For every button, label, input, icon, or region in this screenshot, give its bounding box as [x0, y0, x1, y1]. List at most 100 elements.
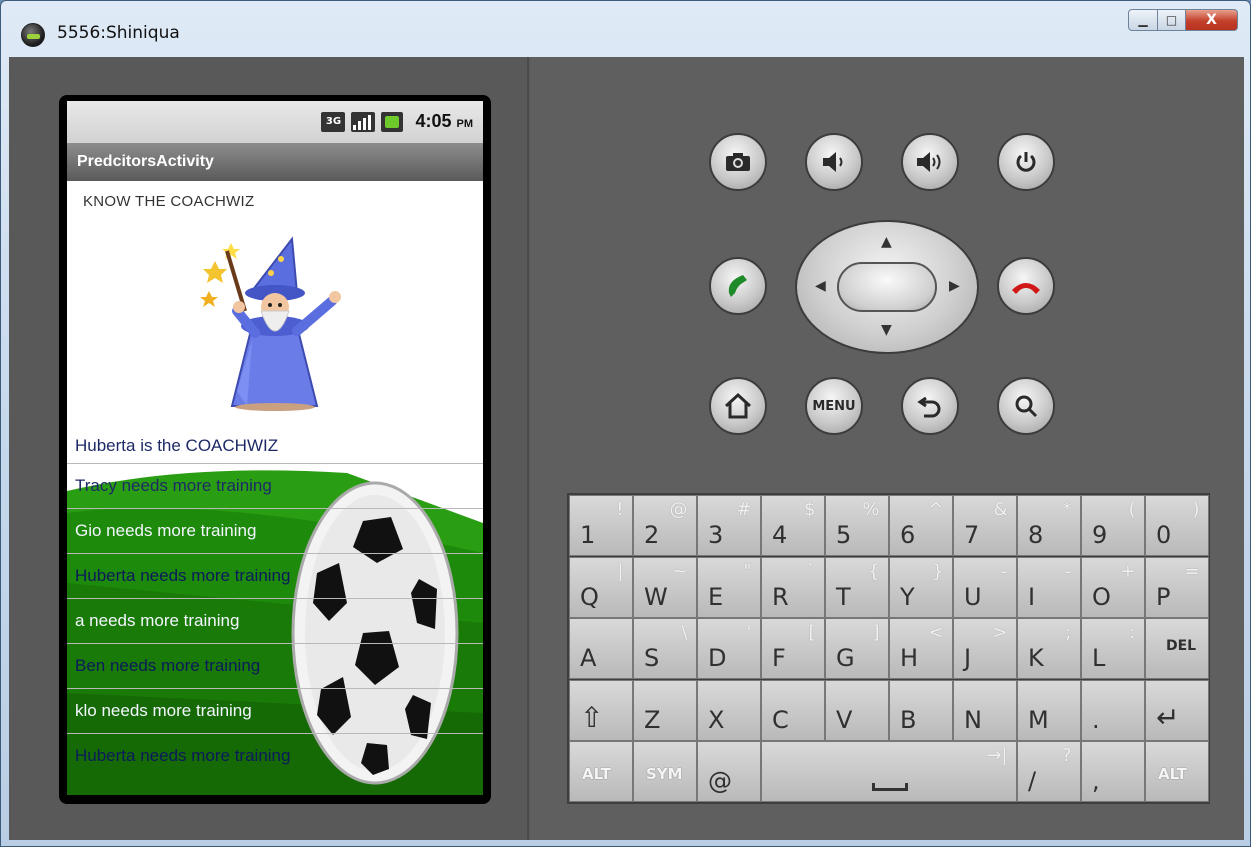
key-7[interactable]: 7 & — [953, 495, 1017, 556]
key-q[interactable]: Q | — [569, 556, 633, 618]
volume-up-button[interactable] — [901, 133, 959, 191]
key-y[interactable]: Y} — [889, 556, 953, 618]
key-alt-label: } — [932, 560, 944, 582]
key-2[interactable]: 2 @ — [633, 495, 697, 556]
key-b[interactable]: B — [889, 679, 953, 741]
key-shift[interactable]: ⇧ — [569, 679, 633, 741]
key-label: B — [900, 705, 917, 734]
key-a[interactable]: A — [569, 618, 633, 679]
dpad[interactable]: ▲ ▼ ◀ ▶ — [795, 220, 979, 354]
key-d[interactable]: D ' — [697, 618, 761, 679]
key-alt-label: * — [1062, 499, 1072, 520]
key-u[interactable]: U- — [953, 556, 1017, 618]
maximize-button[interactable]: □ — [1158, 9, 1186, 31]
list-item[interactable]: Huberta needs more training — [67, 553, 483, 598]
list-item[interactable]: Tracy needs more training — [67, 463, 483, 508]
list-item[interactable]: klo needs more training — [67, 688, 483, 733]
dpad-center-button[interactable] — [837, 262, 937, 312]
key-0[interactable]: 0) — [1145, 495, 1209, 556]
trainee-list[interactable]: Tracy needs more training Gio needs more… — [67, 463, 483, 795]
key-alt-label: [ — [808, 622, 816, 643]
dpad-up-icon[interactable]: ▲ — [881, 234, 892, 250]
key-enter[interactable]: ↵ — [1145, 679, 1209, 741]
key-label: ALT — [1158, 765, 1187, 783]
key-z[interactable]: Z — [633, 679, 697, 741]
key-c[interactable]: C — [761, 679, 825, 741]
key-m[interactable]: M — [1017, 679, 1081, 741]
time-ampm: PM — [456, 118, 474, 130]
key-i[interactable]: I- — [1017, 556, 1081, 618]
key-alt-right[interactable]: ALT — [1145, 741, 1209, 802]
key-label: H — [900, 644, 919, 672]
phone-screen[interactable]: 3G 4:05 PM PredcitorsActivity KNOW THE C… — [67, 101, 483, 795]
key-8[interactable]: 8 * — [1017, 495, 1081, 556]
volume-down-button[interactable] — [805, 133, 863, 191]
key-f[interactable]: F[ — [761, 618, 825, 679]
key-label: 2 — [644, 521, 660, 549]
power-icon — [1016, 152, 1036, 172]
key-k[interactable]: K; — [1017, 618, 1081, 679]
key-s[interactable]: S \ — [633, 618, 697, 679]
status-icons: 3G 4:05 PM — [321, 111, 473, 132]
window-controls: ▁ □ X — [1128, 9, 1238, 31]
key-3[interactable]: 3 # — [697, 495, 761, 556]
key-alt-left[interactable]: ALT — [569, 741, 633, 802]
key-at[interactable]: @ — [697, 741, 761, 802]
list-item[interactable]: a needs more training — [67, 598, 483, 643]
key-comma[interactable]: , — [1081, 741, 1145, 802]
back-button[interactable] — [901, 377, 959, 435]
title-bar[interactable]: 5556:Shiniqua ▁ □ X — [1, 1, 1250, 57]
key-alt-label: ? — [1061, 745, 1072, 766]
key-label: ⇧ — [580, 700, 604, 734]
key-alt-label: > — [992, 622, 1008, 643]
tab-glyph: →| — [986, 745, 1008, 766]
key-x[interactable]: X — [697, 679, 761, 741]
list-item[interactable]: Ben needs more training — [67, 643, 483, 688]
key-g[interactable]: G] — [825, 618, 889, 679]
key-sym[interactable]: SYM — [633, 741, 697, 802]
key-period[interactable]: . — [1081, 679, 1145, 741]
home-button[interactable] — [709, 377, 767, 435]
key-l[interactable]: L: — [1081, 618, 1145, 679]
key-e[interactable]: E " — [697, 556, 761, 618]
key-o[interactable]: O + — [1081, 556, 1145, 618]
dpad-right-icon[interactable]: ▶ — [949, 278, 960, 294]
list-item[interactable]: Huberta needs more training — [67, 733, 483, 778]
list-item[interactable]: Gio needs more training — [67, 508, 483, 553]
key-4[interactable]: 4 $ — [761, 495, 825, 556]
key-alt-label: ! — [616, 499, 624, 520]
camera-button[interactable] — [709, 133, 767, 191]
key-label: C — [772, 705, 789, 734]
key-label: 8 — [1028, 521, 1044, 549]
key-p[interactable]: P = — [1145, 556, 1209, 618]
key-5[interactable]: 5% — [825, 495, 889, 556]
minimize-button[interactable]: ▁ — [1128, 9, 1158, 31]
key-t[interactable]: T{ — [825, 556, 889, 618]
key-v[interactable]: V — [825, 679, 889, 741]
key-label: F — [772, 644, 786, 672]
key-h[interactable]: H < — [889, 618, 953, 679]
key-label: . — [1092, 705, 1100, 734]
key-space[interactable]: →| — [761, 741, 1017, 802]
call-button[interactable] — [709, 257, 767, 315]
key-j[interactable]: J > — [953, 618, 1017, 679]
key-slash[interactable]: /? — [1017, 741, 1081, 802]
key-n[interactable]: N — [953, 679, 1017, 741]
dpad-left-icon[interactable]: ◀ — [815, 278, 826, 294]
key-del[interactable]: DEL — [1145, 618, 1209, 679]
key-6[interactable]: 6 ^ — [889, 495, 953, 556]
menu-button[interactable]: MENU — [805, 377, 863, 435]
key-label: , — [1092, 767, 1100, 795]
coachwiz-text: Huberta is the COACHWIZ — [75, 436, 279, 455]
volume-down-icon — [823, 152, 843, 172]
power-button[interactable] — [997, 133, 1055, 191]
key-1[interactable]: 1! — [569, 495, 633, 556]
dpad-down-icon[interactable]: ▼ — [881, 322, 892, 338]
key-r[interactable]: R ` — [761, 556, 825, 618]
key-label: @ — [708, 767, 732, 795]
end-call-button[interactable] — [997, 257, 1055, 315]
search-button[interactable] — [997, 377, 1055, 435]
close-button[interactable]: X — [1186, 9, 1238, 31]
key-w[interactable]: W ~ — [633, 556, 697, 618]
key-9[interactable]: 9( — [1081, 495, 1145, 556]
